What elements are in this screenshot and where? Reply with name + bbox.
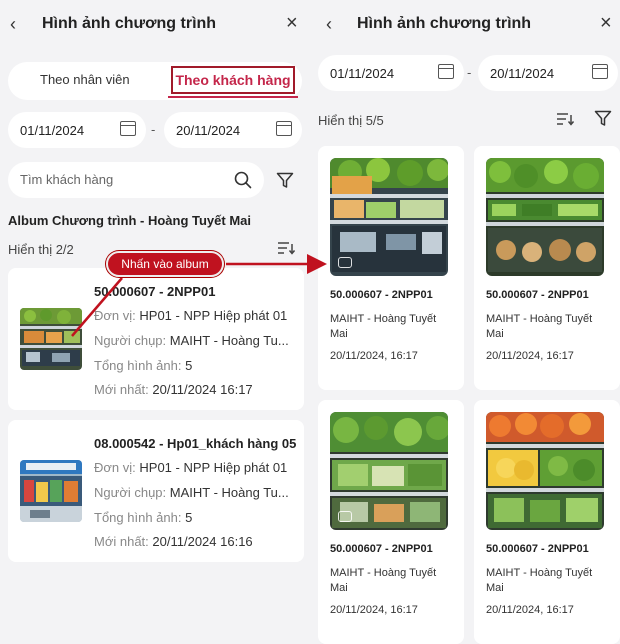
album-latest-value: 20/11/2024 16:16	[152, 534, 253, 549]
album-photos-screen: ‹ Hình ảnh chương trình × 01/11/2024 - 2…	[312, 0, 620, 644]
date-from-value: 01/11/2024	[20, 123, 85, 138]
date-from-field[interactable]: 01/11/2024	[318, 55, 464, 91]
search-input[interactable]	[20, 172, 220, 187]
album-count: Hiển thị 2/2	[8, 242, 74, 257]
album-unit-value: HP01 - NPP Hiệp phát 01	[139, 460, 288, 475]
album-total-row: Tổng hình ảnh: 5	[94, 510, 192, 525]
date-from-value: 01/11/2024	[330, 66, 395, 81]
photo-shooter: MAIHT - Hoàng Tuyết Mai	[330, 313, 437, 340]
album-latest-row: Mới nhất: 20/11/2024 16:17	[94, 382, 253, 397]
chevron-left-icon[interactable]: ‹	[326, 14, 332, 35]
date-to-field[interactable]: 20/11/2024	[478, 55, 618, 91]
album-unit-label: Đơn vị:	[94, 460, 136, 475]
calendar-icon	[438, 64, 454, 79]
date-range-separator: -	[467, 65, 472, 80]
album-unit-value: HP01 - NPP Hiệp phát 01	[139, 308, 288, 323]
album-total-value: 5	[185, 510, 193, 525]
photo-image	[330, 158, 448, 276]
annotation-label: Nhấn vào album	[121, 257, 209, 271]
photo-image	[486, 412, 604, 530]
photo-customer-code: 50.000607 - 2NPP01	[330, 289, 433, 301]
date-to-value: 20/11/2024	[176, 123, 241, 138]
date-to-field[interactable]: 20/11/2024	[164, 112, 302, 148]
sort-icon[interactable]	[277, 241, 295, 255]
album-thumbnail	[20, 308, 82, 370]
album-shooter-label: Người chụp:	[94, 485, 167, 500]
tab-by-customer-label: Theo khách hàng	[175, 72, 291, 88]
active-tab-indicator	[168, 96, 298, 98]
customer-search-box	[8, 162, 264, 198]
album-latest-row: Mới nhất: 20/11/2024 16:16	[94, 534, 253, 549]
photo-shooter: MAIHT - Hoàng Tuyết Mai	[330, 567, 437, 594]
album-card[interactable]: 08.000542 - Hp01_khách hàng 05 Đơn vị: H…	[8, 420, 304, 562]
calendar-icon	[120, 121, 136, 136]
screen-header: ‹ Hình ảnh chương trình ×	[312, 10, 620, 40]
filter-icon[interactable]	[276, 172, 294, 189]
annotation-callout: Nhấn vào album	[106, 251, 224, 277]
album-total-label: Tổng hình ảnh:	[94, 510, 182, 525]
album-card[interactable]: 50.000607 - 2NPP01 Đơn vị: HP01 - NPP Hi…	[8, 268, 304, 410]
close-icon[interactable]: ×	[600, 12, 612, 35]
album-section-title: Album Chương trình - Hoàng Tuyết Mai	[8, 213, 252, 228]
photo-shooter: MAIHT - Hoàng Tuyết Mai	[486, 313, 593, 340]
photo-shooter: MAIHT - Hoàng Tuyết Mai	[486, 567, 593, 594]
photo-timestamp: 20/11/2024, 16:17	[330, 604, 418, 616]
album-shooter-row: Người chụp: MAIHT - Hoàng Tu...	[94, 333, 289, 348]
calendar-icon	[592, 64, 608, 79]
album-unit-label: Đơn vị:	[94, 308, 136, 323]
page-title: Hình ảnh chương trình	[357, 15, 532, 32]
photo-image	[486, 158, 604, 276]
album-customer-code: 50.000607 - 2NPP01	[94, 284, 216, 299]
album-total-value: 5	[185, 358, 193, 373]
photo-card[interactable]: 50.000607 - 2NPP01 MAIHT - Hoàng Tuyết M…	[474, 146, 620, 390]
album-shooter-row: Người chụp: MAIHT - Hoàng Tu...	[94, 485, 289, 500]
photo-timestamp: 20/11/2024, 16:17	[486, 604, 574, 616]
date-to-value: 20/11/2024	[490, 66, 555, 81]
photo-customer-code: 50.000607 - 2NPP01	[486, 289, 589, 301]
album-unit-row: Đơn vị: HP01 - NPP Hiệp phát 01	[94, 308, 287, 323]
close-icon[interactable]: ×	[286, 12, 298, 35]
tab-by-customer[interactable]: Theo khách hàng	[171, 66, 295, 94]
album-thumbnail	[20, 460, 82, 522]
camera-icon	[338, 257, 352, 268]
album-total-row: Tổng hình ảnh: 5	[94, 358, 192, 373]
album-latest-label: Mới nhất:	[94, 534, 149, 549]
customer-album-screen: ‹ Hình ảnh chương trình × Theo nhân viên…	[0, 0, 312, 644]
search-icon[interactable]	[234, 171, 252, 189]
album-shooter-value: MAIHT - Hoàng Tu...	[169, 485, 289, 500]
sort-icon[interactable]	[556, 112, 574, 126]
album-latest-label: Mới nhất:	[94, 382, 149, 397]
album-shooter-value: MAIHT - Hoàng Tu...	[169, 333, 289, 348]
album-customer-code: 08.000542 - Hp01_khách hàng 05	[94, 436, 297, 451]
photo-timestamp: 20/11/2024, 16:17	[486, 350, 574, 362]
photo-customer-code: 50.000607 - 2NPP01	[486, 543, 589, 555]
photo-card[interactable]: 50.000607 - 2NPP01 MAIHT - Hoàng Tuyết M…	[318, 400, 464, 644]
photo-count: Hiển thị 5/5	[318, 113, 384, 128]
photo-image	[330, 412, 448, 530]
page-title: Hình ảnh chương trình	[42, 15, 217, 32]
date-from-field[interactable]: 01/11/2024	[8, 112, 146, 148]
album-total-label: Tổng hình ảnh:	[94, 358, 182, 373]
tab-by-employee[interactable]: Theo nhân viên	[40, 72, 130, 87]
album-latest-value: 20/11/2024 16:17	[152, 382, 253, 397]
camera-icon	[338, 511, 352, 522]
calendar-icon	[276, 121, 292, 136]
photo-card[interactable]: 50.000607 - 2NPP01 MAIHT - Hoàng Tuyết M…	[318, 146, 464, 390]
photo-customer-code: 50.000607 - 2NPP01	[330, 543, 433, 555]
photo-card[interactable]: 50.000607 - 2NPP01 MAIHT - Hoàng Tuyết M…	[474, 400, 620, 644]
screen-header: ‹ Hình ảnh chương trình ×	[0, 10, 312, 40]
album-shooter-label: Người chụp:	[94, 333, 167, 348]
date-range-separator: -	[151, 122, 156, 137]
view-tabs: Theo nhân viên Theo khách hàng	[8, 62, 302, 100]
chevron-left-icon[interactable]: ‹	[10, 14, 16, 35]
filter-icon[interactable]	[594, 110, 612, 127]
photo-timestamp: 20/11/2024, 16:17	[330, 350, 418, 362]
album-unit-row: Đơn vị: HP01 - NPP Hiệp phát 01	[94, 460, 287, 475]
